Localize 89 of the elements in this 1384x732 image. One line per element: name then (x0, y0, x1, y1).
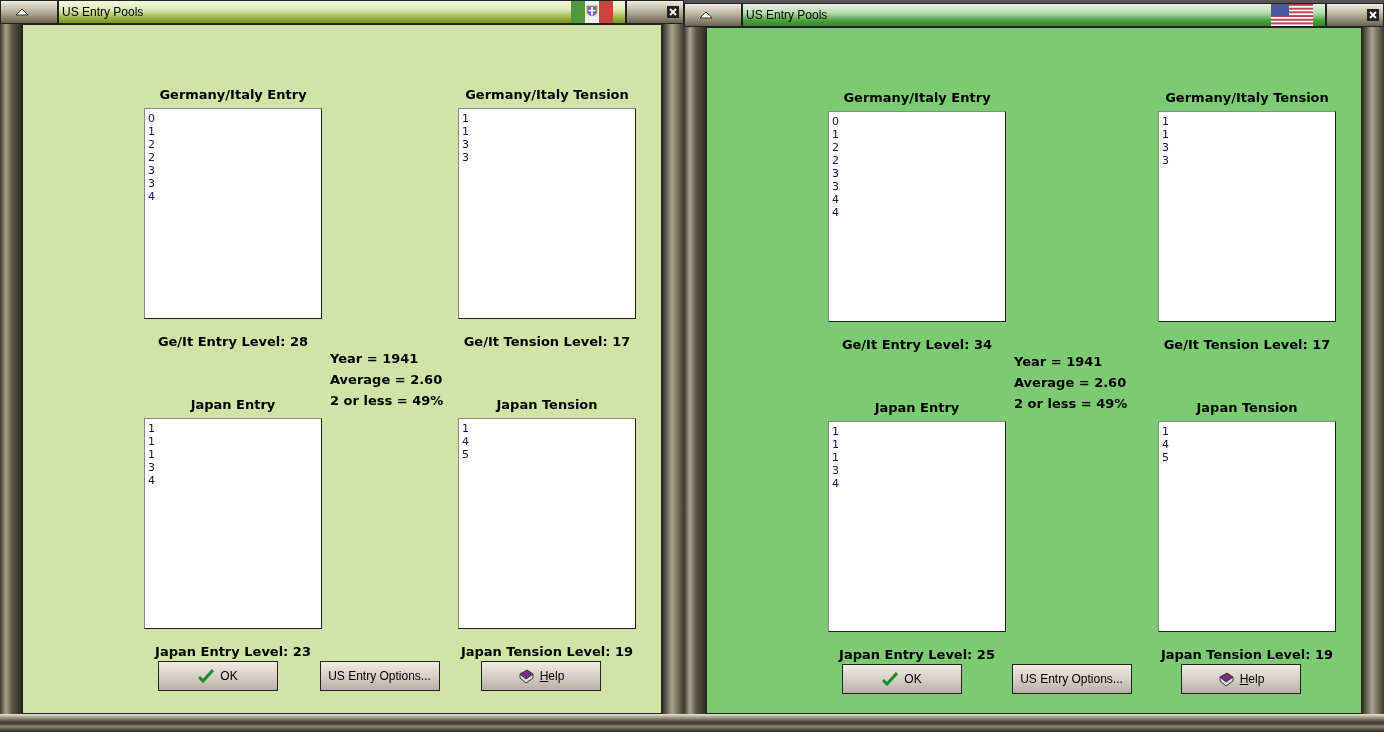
pool-list[interactable]: 0 1 2 2 3 3 4 4 (828, 111, 1006, 322)
stat-text: 2 or less = 49% (1014, 395, 1129, 411)
list-item: 3 (462, 151, 469, 164)
pool-heading: Japan Entry (190, 397, 276, 412)
triangle-icon (699, 11, 713, 19)
ok-button[interactable]: OK (842, 664, 962, 694)
pool-list[interactable]: 1 4 5 (1158, 421, 1336, 632)
pool-list[interactable]: 1 4 5 (458, 418, 636, 629)
list-item: 1 (462, 422, 469, 435)
book-icon (1217, 671, 1234, 687)
level-label: Ge/It Entry Level: 34 (841, 337, 993, 352)
level-label: Ge/It Tension Level: 17 (463, 334, 631, 349)
list-item: 1 (148, 422, 155, 435)
window-title: US Entry Pools (61, 5, 144, 19)
collapse-button[interactable] (0, 0, 58, 24)
ok-button[interactable]: OK (158, 661, 278, 691)
level-label: Japan Tension Level: 19 (1160, 647, 1334, 662)
stat-text: Average = 2.60 (330, 371, 444, 387)
pool-heading: Germany/Italy Tension (1165, 90, 1329, 105)
level-label: Japan Entry Level: 23 (155, 644, 311, 659)
close-button[interactable] (626, 0, 684, 24)
list-item: 4 (832, 193, 839, 206)
list-item: 3 (462, 138, 469, 151)
close-icon (1367, 9, 1379, 21)
pool-heading: Germany/Italy Entry (843, 90, 991, 105)
list-item: 1 (462, 112, 469, 125)
checkmark-icon (198, 669, 215, 683)
list-item: 3 (832, 167, 839, 180)
collapse-button[interactable] (684, 3, 742, 27)
list-item: 1 (148, 448, 155, 461)
list-item: 2 (832, 154, 839, 167)
pool-heading: Japan Entry (874, 400, 960, 415)
list-item: 2 (148, 151, 155, 164)
close-button[interactable] (1326, 3, 1384, 27)
triangle-icon (15, 8, 29, 16)
list-item: 1 (832, 128, 839, 141)
pool-heading: Japan Tension (1196, 400, 1298, 415)
list-item: 1 (1162, 425, 1169, 438)
list-item: 1 (1162, 128, 1169, 141)
level-label: Japan Tension Level: 19 (460, 644, 634, 659)
list-item: 4 (148, 474, 155, 487)
list-item: 3 (832, 464, 839, 477)
stat-text: 2 or less = 49% (330, 392, 445, 408)
level-label: Japan Entry Level: 25 (839, 647, 995, 662)
list-item: 0 (148, 112, 155, 125)
pool-list[interactable]: 1 1 1 3 4 (144, 418, 322, 629)
window-title: US Entry Pools (745, 8, 828, 22)
level-label: Ge/It Entry Level: 28 (157, 334, 309, 349)
checkmark-icon (882, 672, 899, 686)
stat-text: Year = 1941 (1014, 353, 1104, 369)
help-button[interactable]: Help (481, 661, 601, 691)
list-item: 1 (148, 435, 155, 448)
list-item: 3 (148, 164, 155, 177)
list-item: 4 (148, 190, 155, 203)
list-item: 1 (832, 425, 839, 438)
pool-list[interactable]: 0 1 2 2 3 3 4 (144, 108, 322, 319)
list-item: 4 (1162, 438, 1169, 451)
pool-heading: Germany/Italy Tension (465, 87, 629, 102)
list-item: 5 (1162, 451, 1169, 464)
list-item: 4 (832, 206, 839, 219)
list-item: 5 (462, 448, 469, 461)
pool-list[interactable]: 1 1 1 3 4 (828, 421, 1006, 632)
pool-heading: Germany/Italy Entry (159, 87, 307, 102)
list-item: 3 (1162, 141, 1169, 154)
list-item: 0 (832, 115, 839, 128)
pool-list[interactable]: 1 1 3 3 (1158, 111, 1336, 322)
list-item: 4 (462, 435, 469, 448)
list-item: 4 (832, 477, 839, 490)
list-item: 2 (148, 138, 155, 151)
list-item: 2 (832, 141, 839, 154)
list-item: 1 (148, 125, 155, 138)
list-item: 3 (1162, 154, 1169, 167)
help-button[interactable]: Help (1181, 664, 1301, 694)
close-icon (667, 6, 679, 18)
book-icon (517, 668, 534, 684)
list-item: 1 (832, 451, 839, 464)
options-button[interactable]: US Entry Options... (319, 661, 440, 691)
pool-list[interactable]: 1 1 3 3 (458, 108, 636, 319)
list-item: 3 (832, 180, 839, 193)
list-item: 1 (462, 125, 469, 138)
level-label: Ge/It Tension Level: 17 (1163, 337, 1331, 352)
list-item: 3 (148, 177, 155, 190)
stat-text: Year = 1941 (330, 350, 420, 366)
list-item: 1 (1162, 115, 1169, 128)
stat-text: Average = 2.60 (1014, 374, 1128, 390)
list-item: 3 (148, 461, 155, 474)
options-button[interactable]: US Entry Options... (1011, 664, 1132, 694)
list-item: 1 (832, 438, 839, 451)
pool-heading: Japan Tension (496, 397, 598, 412)
